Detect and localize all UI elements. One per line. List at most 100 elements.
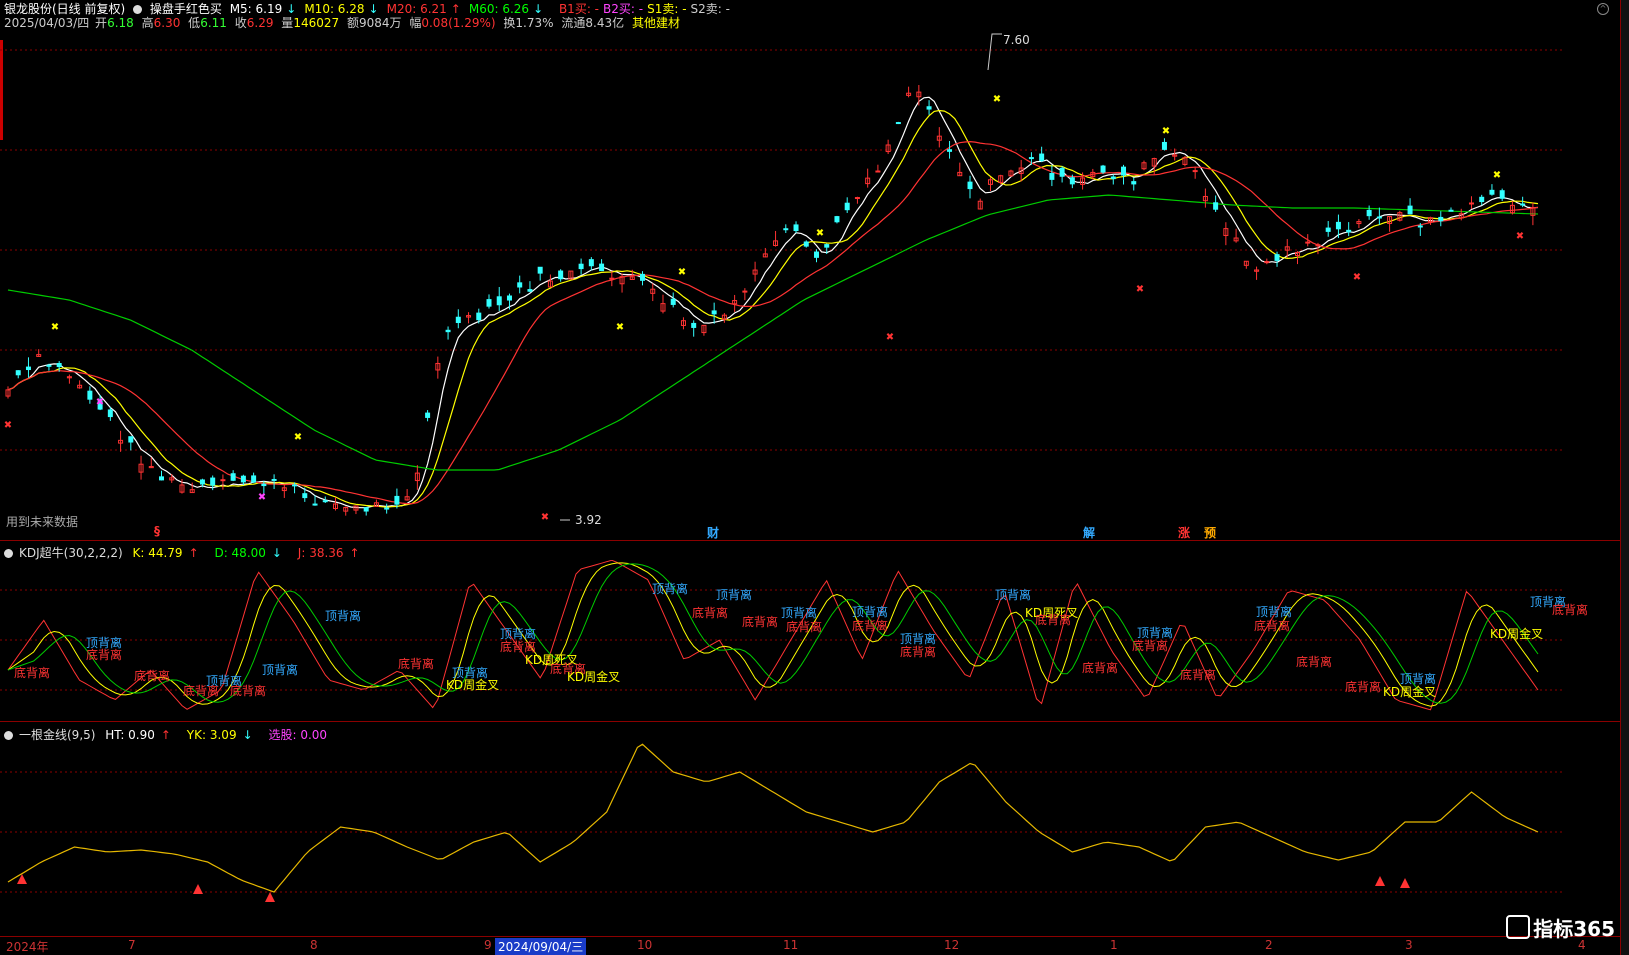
candle-body xyxy=(1100,165,1106,173)
kdj-signal-bottom: 底背离 xyxy=(398,657,435,671)
gold-line-chart[interactable] xyxy=(0,742,1620,936)
ma-value-1: M10: 6.28 ↓ xyxy=(304,2,379,16)
candle-body xyxy=(1069,177,1075,185)
ma60-line xyxy=(7,194,1539,471)
candle-body xyxy=(1213,202,1219,210)
kdj-signal-top: 顶背离 xyxy=(652,582,689,596)
indicator-name[interactable]: 操盘手红色买 xyxy=(150,2,222,16)
candle-body xyxy=(384,507,390,510)
signal-cross: ✖ xyxy=(616,322,624,333)
kdj-signal-golden: KD周金叉 xyxy=(1383,685,1437,699)
xaxis-label-3: 3 xyxy=(1405,938,1413,952)
candle-body xyxy=(1274,254,1280,261)
header-row-1: 银龙股份(日线 前复权) 操盘手红色买 M5: 6.19 ↓ M10: 6.28 ↓ M… xyxy=(4,2,738,16)
candle-body xyxy=(25,366,31,371)
candle-body xyxy=(1039,153,1045,162)
event-marker-cai[interactable]: 财 xyxy=(707,524,719,541)
kdj-signal-golden: KD周金叉 xyxy=(567,670,621,684)
gold-ht-value: HT: 0.90 ↑ xyxy=(105,728,171,742)
candle-body xyxy=(1376,216,1382,219)
candle-body xyxy=(455,316,461,324)
signal-cross: ✖ xyxy=(1516,231,1524,242)
quote-vol: 146027 xyxy=(293,16,340,30)
main-price-chart[interactable]: ✖ ✖ ✖ ✖ ✖ ✖ ✖ ✖ ✖ ✖ ✖ ✖ ✖ ✖ ✖ ✖ xyxy=(0,30,1620,538)
candle-body xyxy=(199,479,205,485)
candle-body xyxy=(1049,173,1055,180)
stock-name[interactable]: 银龙股份(日线 前复权) xyxy=(4,2,125,16)
quote-chg: 0.08(1.29%) xyxy=(421,16,496,30)
candle-body xyxy=(56,363,62,368)
ma-value-3: M60: 6.26 ↓ xyxy=(468,2,544,16)
candle-body xyxy=(947,149,953,152)
candle-body xyxy=(210,477,216,486)
candle-body xyxy=(292,484,298,487)
event-marker-s[interactable]: § xyxy=(154,524,160,538)
candle-body xyxy=(824,244,830,248)
candle-body xyxy=(1161,141,1167,150)
xaxis-label-8: 8 xyxy=(310,938,318,952)
collapse-icon[interactable]: ^ xyxy=(1597,3,1609,15)
gold-settings-icon[interactable] xyxy=(4,731,13,740)
candle-body xyxy=(640,273,646,281)
candle-body xyxy=(558,270,564,280)
candle-body xyxy=(895,122,901,125)
signal-values: B1买: - B2买: - S1卖: - S2卖: - xyxy=(559,2,734,16)
kdj-signal-bottom: 底背离 xyxy=(134,669,171,683)
xaxis-cursor-date[interactable]: 2024/09/04/三 xyxy=(495,938,587,955)
kdj-k-value: K: 44.79 ↑ xyxy=(132,546,199,560)
kdj-signal-bottom: 底背离 xyxy=(1132,639,1169,653)
event-marker-yu[interactable]: 预 xyxy=(1204,524,1216,541)
kdj-signal-bottom: 底背离 xyxy=(1296,655,1333,669)
candle-body xyxy=(1110,176,1116,180)
xaxis-label-9: 9 xyxy=(484,938,492,952)
candle-body xyxy=(578,263,584,270)
gold-buy-arrow-icon xyxy=(265,892,275,902)
candle-body xyxy=(312,503,318,506)
event-marker-zhang[interactable]: 涨 xyxy=(1178,524,1190,541)
high-pointer xyxy=(987,33,1002,71)
signal-value-0: B1买: - xyxy=(558,2,600,16)
signal-cross: ✖ xyxy=(1493,170,1501,181)
candle-body xyxy=(261,483,267,487)
signal-cross: ✖ xyxy=(886,332,894,343)
ma20-line xyxy=(7,140,1539,505)
ma-values: M5: 6.19 ↓ M10: 6.28 ↓ M20: 6.21 ↑ M60: 6.26 ↓ xyxy=(230,2,551,16)
date-axis: 2024年 7 8 9 2024/09/04/三 10 11 12 1 2 3 … xyxy=(0,936,1620,955)
candle-body xyxy=(159,476,165,481)
candle-body xyxy=(240,475,246,483)
quote-turn: 1.73% xyxy=(515,16,554,30)
candle-body xyxy=(527,289,533,292)
candle-body xyxy=(844,202,850,211)
ma5-line xyxy=(7,96,1539,509)
event-marker-jie[interactable]: 解 xyxy=(1083,524,1095,541)
candle-body xyxy=(1520,203,1526,206)
candle-body xyxy=(517,282,523,288)
xaxis-label-1: 1 xyxy=(1110,938,1118,952)
candle-body xyxy=(1499,190,1505,199)
right-scroll-bar[interactable] xyxy=(1620,0,1629,955)
candle-body xyxy=(783,228,789,231)
xaxis-label-7: 7 xyxy=(128,938,136,952)
kdj-j-value: J: 38.36 ↑ xyxy=(297,546,360,560)
logo-icon xyxy=(1506,915,1531,939)
candle-body xyxy=(793,224,799,232)
candle-body xyxy=(711,310,717,315)
kdj-signal-bottom: 底背离 xyxy=(1180,668,1217,682)
quote-sector[interactable]: 其他建材 xyxy=(632,16,680,30)
quote-high: 6.30 xyxy=(153,16,181,30)
candle-body xyxy=(599,263,605,272)
candle-body xyxy=(1131,181,1137,185)
settings-dot-icon[interactable] xyxy=(133,5,143,14)
signal-value-2: S1卖: - xyxy=(647,2,687,16)
quote-close: 6.29 xyxy=(246,16,274,30)
candle-body xyxy=(322,500,328,503)
kdj-signal-bottom: 底背离 xyxy=(1082,661,1119,675)
candle-body xyxy=(363,507,369,512)
kdj-settings-icon[interactable] xyxy=(4,549,13,558)
candle-body xyxy=(107,409,113,418)
candle-body xyxy=(1417,225,1423,228)
signal-cross: ✖ xyxy=(51,322,59,333)
signal-value-1: B2买: - xyxy=(603,2,644,16)
candle-body xyxy=(87,390,93,400)
gold-line xyxy=(7,743,1539,893)
